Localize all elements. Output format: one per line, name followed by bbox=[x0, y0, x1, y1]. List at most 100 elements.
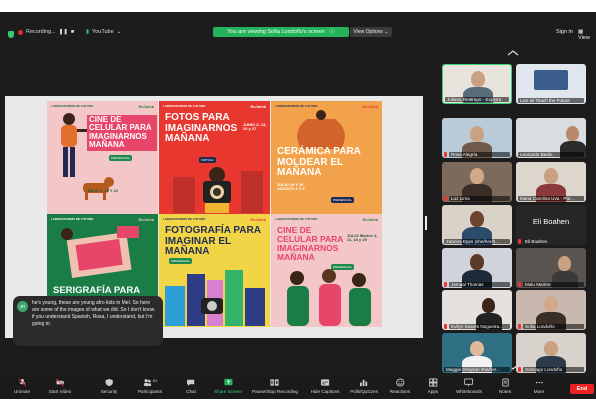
participant-name: Jamaal Thomas bbox=[449, 282, 510, 287]
poster-dates: JULIO 19 Y 26 AGOSTO 2 Y 9 bbox=[277, 182, 305, 192]
view-button[interactable]: ▦ View bbox=[578, 29, 596, 41]
stop-icon[interactable]: ■ bbox=[71, 29, 74, 35]
recording-indicator[interactable]: Recording... ❚❚ ■ bbox=[18, 29, 74, 35]
participant-tile[interactable]: Zabrina Epps (she/her/h... bbox=[442, 205, 512, 245]
caption-text: he's young, these are young afro kids in… bbox=[32, 300, 155, 327]
record-label: Pause/Stop Recording bbox=[252, 389, 298, 394]
participant-tile[interactable]: Luz Lima bbox=[442, 162, 512, 202]
poster-title: Cerámica para moldear el mañana bbox=[277, 146, 361, 178]
whiteboard-icon bbox=[464, 378, 474, 387]
poster-lab-label: LABORATORIOS DE FUTURO bbox=[163, 104, 206, 108]
more-label: More bbox=[533, 389, 545, 394]
participant-name: Malu Martire bbox=[523, 282, 584, 287]
share-screen-button[interactable]: Share Screen bbox=[214, 378, 242, 394]
whiteboards-button[interactable]: Whiteboards bbox=[456, 378, 482, 394]
security-shield-icon bbox=[8, 31, 14, 38]
more-dots-icon bbox=[535, 381, 543, 384]
muted-mic-icon bbox=[518, 324, 521, 329]
muted-mic-icon bbox=[518, 239, 521, 244]
muted-mic-icon bbox=[444, 282, 447, 287]
chat-button[interactable]: Chat bbox=[186, 378, 196, 394]
participants-count: 61 bbox=[152, 378, 158, 383]
live-caption-bubble: JR he's young, these are young afro kids… bbox=[13, 296, 163, 346]
participant-tile[interactable]: Jamaal Thomas bbox=[442, 248, 512, 288]
participant-name: Juliana Restrepo - Explora bbox=[445, 97, 509, 102]
whiteboards-label: Whiteboards bbox=[456, 389, 482, 394]
participant-tile[interactable]: Malu Martire bbox=[516, 248, 586, 288]
pause-stop-recording-button[interactable]: Pause/Stop Recording bbox=[252, 378, 298, 394]
share-screen-label: Share Screen bbox=[213, 389, 243, 394]
participant-name: Santiago Londoño bbox=[523, 367, 584, 372]
share-screen-icon bbox=[223, 378, 233, 386]
poster-title: Cine de celular para imaginarnos mañana bbox=[277, 225, 344, 262]
poster-dates: JUNIO 6, 13, 20 y 27 bbox=[243, 122, 267, 132]
participant-tile[interactable]: Evilyn Soares Nogueira... bbox=[442, 290, 512, 330]
notes-button[interactable]: Notes bbox=[499, 378, 511, 394]
poster-title: Fotografía para imaginar el mañana bbox=[165, 225, 261, 257]
participant-tile[interactable]: Sofia Londoño bbox=[516, 290, 586, 330]
poster-lab-label: LABORATORIOS DE FUTURO bbox=[163, 217, 206, 221]
participant-tile[interactable]: Juliana Restrepo - Explora bbox=[442, 64, 512, 104]
poster-brand: EnJoink bbox=[138, 104, 154, 109]
poster-fotografia: LABORATORIOS DE FUTURO EnJoink Fotografí… bbox=[159, 214, 270, 327]
reactions-label: Reactions bbox=[389, 389, 411, 394]
record-dot-icon bbox=[18, 29, 23, 35]
speaker-avatar: JR bbox=[17, 301, 28, 312]
video-off-icon bbox=[56, 378, 64, 387]
captions-label: Hide Captions bbox=[310, 389, 340, 394]
sign-in-button[interactable]: Sign in bbox=[556, 29, 573, 35]
poster-lab-label: LABORATORIOS DE FUTURO bbox=[51, 104, 94, 108]
participant-tile[interactable]: Santiago Londoño bbox=[516, 333, 586, 373]
panel-resize-handle[interactable] bbox=[425, 216, 427, 230]
meeting-toolbar: Unmute Start Video Security 61 Participa… bbox=[0, 377, 596, 399]
view-options-label: View Options bbox=[353, 29, 383, 35]
screen-print-icon bbox=[61, 226, 139, 278]
participant-name: Maggie Greyson she/her... bbox=[444, 367, 510, 372]
view-options-button[interactable]: View Options ⌄ bbox=[350, 27, 392, 37]
captions-icon bbox=[320, 379, 330, 386]
poster-fotos: LABORATORIOS DE FUTURO EnJoink Fotos par… bbox=[159, 101, 270, 214]
poster-ceramica: LABORATORIOS DE FUTURO EnJoink Cerámica … bbox=[271, 101, 382, 214]
chat-bubble-icon bbox=[187, 379, 195, 387]
more-button[interactable]: More bbox=[534, 378, 544, 394]
reactions-button[interactable]: Reactions bbox=[390, 378, 410, 394]
poster-tag: PRESENCIAL bbox=[331, 197, 355, 203]
participant-name: Eli Boahen bbox=[525, 239, 548, 244]
polls-quizzes-button[interactable]: Polls/Quizzes bbox=[350, 378, 378, 394]
pause-icon[interactable]: ❚❚ bbox=[59, 29, 68, 35]
poster-brand: EnJoink bbox=[250, 217, 266, 222]
participant-tile[interactable]: Eli Boahen Eli Boahen bbox=[516, 205, 586, 245]
participant-name: Leonardo Bedin bbox=[518, 152, 584, 157]
participant-tile[interactable]: Rosa Alegría bbox=[442, 118, 512, 158]
viewing-label: You are viewing Sofia Londoño's screen bbox=[227, 29, 325, 35]
participant-tile[interactable]: Leonardo Bedin bbox=[516, 118, 586, 158]
participant-tile[interactable]: Maria Carolina Uva - Por... bbox=[516, 162, 586, 202]
hide-captions-button[interactable]: Hide Captions bbox=[310, 378, 340, 394]
poll-chart-icon bbox=[360, 379, 368, 387]
end-meeting-button[interactable]: End bbox=[570, 384, 594, 394]
participant-name: Sofia Londoño bbox=[523, 324, 584, 329]
reaction-smiley-icon bbox=[395, 378, 405, 387]
chat-label: Chat bbox=[186, 389, 196, 394]
poster-title: Fotos para imaginarnos mañana bbox=[165, 112, 238, 144]
audio-bars-icon: ▮ bbox=[86, 29, 90, 35]
muted-mic-icon bbox=[444, 152, 447, 157]
participant-tile[interactable]: Live w/ Teach the Future bbox=[516, 64, 586, 104]
start-video-button[interactable]: Start Video bbox=[49, 378, 71, 394]
participant-tile[interactable]: Maggie Greyson she/her... bbox=[442, 333, 512, 373]
pause-stop-icon bbox=[270, 379, 280, 386]
apps-button[interactable]: Apps bbox=[428, 378, 438, 394]
gallery-scroll-up-icon[interactable] bbox=[507, 50, 519, 56]
view-label: View bbox=[578, 35, 590, 41]
poster-brand: EnJoink bbox=[362, 217, 378, 222]
participant-name: Live w/ Teach the Future bbox=[518, 98, 584, 103]
muted-mic-icon bbox=[518, 282, 521, 287]
city-collage-icon bbox=[165, 270, 265, 326]
security-button[interactable]: Security bbox=[101, 378, 117, 394]
unmute-button[interactable]: Unmute bbox=[14, 378, 30, 394]
people-group-icon bbox=[287, 269, 371, 326]
audio-source-selector[interactable]: ▮ YouTube ⌄ bbox=[86, 29, 121, 35]
notes-icon bbox=[501, 378, 509, 387]
participants-button[interactable]: 61 Participants bbox=[138, 378, 162, 394]
polls-label: Polls/Quizzes bbox=[350, 389, 378, 394]
